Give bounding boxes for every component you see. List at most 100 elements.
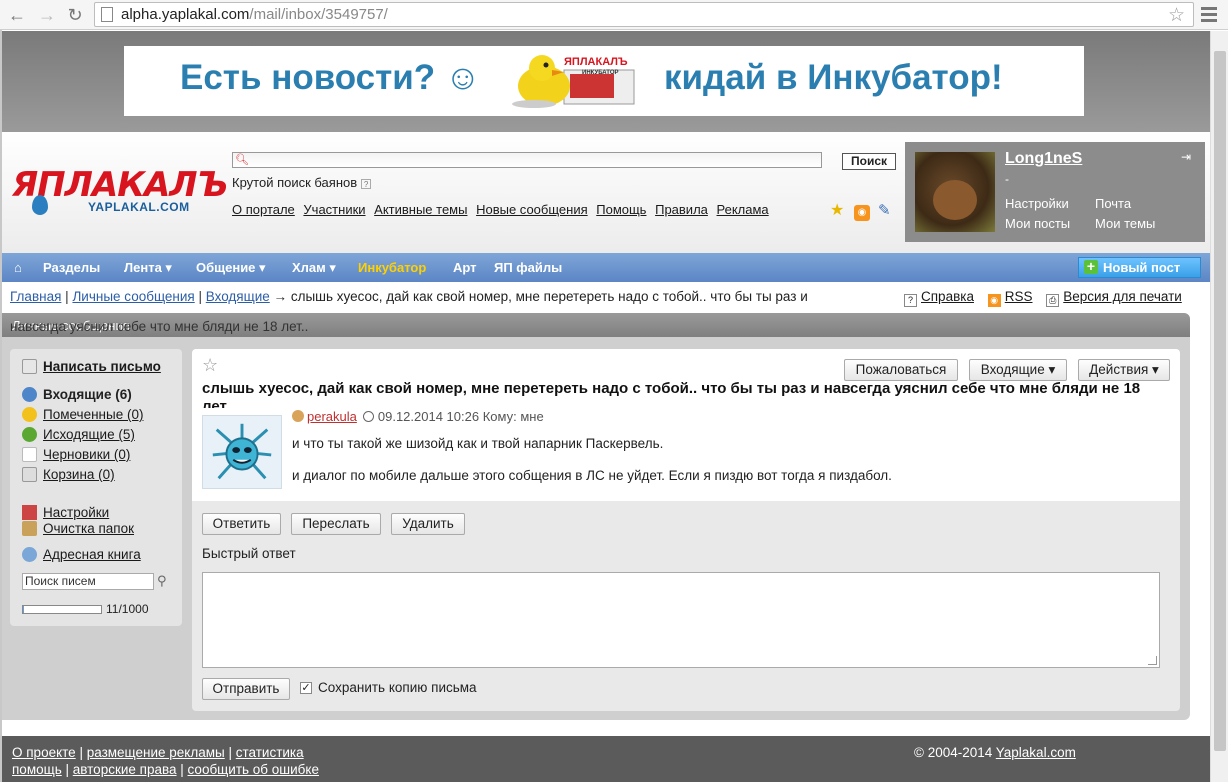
delete-button-label: Удалить bbox=[402, 516, 454, 531]
help-icon: ? bbox=[904, 294, 917, 307]
footer-line2: помощь | авторские права | сообщить об о… bbox=[12, 762, 319, 777]
search-icon: 🔍︎ bbox=[235, 154, 249, 166]
nav-junk[interactable]: Хлам ▾ bbox=[292, 260, 336, 276]
address-bar[interactable]: alpha.yaplakal.com/mail/inbox/3549757/ ☆ bbox=[94, 2, 1194, 27]
back-icon[interactable]: ← bbox=[6, 4, 28, 26]
cleanup-label: Очистка папок bbox=[43, 521, 135, 536]
folder-sent[interactable]: Исходящие (5) bbox=[22, 427, 135, 442]
breadcrumb-pm[interactable]: Личные сообщения bbox=[72, 289, 194, 304]
pencil-icon[interactable]: ✎ bbox=[878, 203, 894, 219]
folder-inbox[interactable]: Входящие (6) bbox=[22, 387, 132, 402]
footer-about[interactable]: О проекте bbox=[12, 745, 76, 760]
folder-sent-label: Исходящие (5) bbox=[43, 427, 135, 442]
user-avatar[interactable] bbox=[915, 152, 995, 232]
nav-sections[interactable]: Разделы bbox=[43, 260, 100, 275]
quick-reply-textarea[interactable] bbox=[202, 572, 1160, 668]
cool-search[interactable]: Крутой поиск баянов? bbox=[232, 175, 372, 190]
nav-about[interactable]: О портале bbox=[232, 202, 295, 217]
search-input[interactable]: 🔍︎ bbox=[232, 152, 822, 168]
delete-button[interactable]: Удалить bbox=[391, 513, 465, 535]
browser-menu-icon[interactable] bbox=[1198, 4, 1220, 26]
search-button[interactable]: Поиск bbox=[842, 153, 896, 170]
help-icon[interactable]: ? bbox=[361, 178, 372, 189]
url-text: alpha.yaplakal.com/mail/inbox/3549757/ bbox=[121, 6, 388, 23]
settings-link[interactable]: Настройки bbox=[22, 505, 109, 520]
broom-icon bbox=[22, 521, 37, 536]
addressbook-link[interactable]: Адресная книга bbox=[22, 547, 141, 562]
rss-icon[interactable]: ◉ bbox=[854, 205, 870, 221]
nav-members[interactable]: Участники bbox=[303, 202, 365, 217]
message-subject: слышь хуесос, дай как свой номер, мне пе… bbox=[202, 380, 1141, 408]
sender-avatar[interactable] bbox=[202, 415, 282, 489]
user-mail-link[interactable]: Почта bbox=[1095, 194, 1185, 214]
cleanup-link[interactable]: Очистка папок bbox=[22, 521, 134, 536]
send-button[interactable]: Отправить bbox=[202, 678, 290, 700]
site-header: ЯПЛАКАЛЪ YAPLAKAL.COM 🔍︎ Поиск Крутой по… bbox=[2, 132, 1210, 253]
footer-ads[interactable]: размещение рекламы bbox=[87, 745, 225, 760]
bookmark-star-icon[interactable]: ☆ bbox=[1168, 4, 1185, 27]
inbox-dropdown-button[interactable]: Входящие ▾ bbox=[969, 359, 1067, 381]
report-button[interactable]: Пожаловаться bbox=[844, 359, 958, 381]
footer-report-error[interactable]: сообщить об ошибке bbox=[188, 762, 319, 777]
nav-active-topics[interactable]: Активные темы bbox=[374, 202, 467, 217]
site-logo[interactable]: ЯПЛАКАЛЪ YAPLAKAL.COM bbox=[12, 165, 228, 220]
forward-icon[interactable]: → bbox=[36, 4, 58, 26]
save-copy-checkbox[interactable]: ✓ bbox=[300, 682, 312, 694]
print-icon: ⎙ bbox=[1046, 294, 1060, 307]
quota-bar bbox=[22, 605, 102, 614]
nav-incubator[interactable]: Инкубатор bbox=[358, 260, 426, 275]
nav-help[interactable]: Помощь bbox=[596, 202, 646, 217]
rss-link[interactable]: RSS bbox=[1005, 289, 1033, 304]
nav-art[interactable]: Арт bbox=[453, 260, 477, 275]
nav-communication[interactable]: Общение ▾ bbox=[196, 260, 266, 276]
mail-search-icon[interactable]: ⚲ bbox=[157, 573, 167, 589]
username-link[interactable]: Long1neS bbox=[1005, 150, 1082, 168]
search-button-label: Поиск bbox=[850, 154, 887, 168]
folder-marked[interactable]: Помеченные (0) bbox=[22, 407, 143, 422]
folder-drafts[interactable]: Черновики (0) bbox=[22, 447, 130, 462]
nav-feed[interactable]: Лента ▾ bbox=[124, 260, 172, 276]
nav-rules[interactable]: Правила bbox=[655, 202, 708, 217]
breadcrumb-current-line2: навсегда уяснил себе что мне бляди не 18… bbox=[10, 319, 309, 334]
message-recipient: Кому: мне bbox=[482, 409, 544, 424]
sent-icon bbox=[22, 427, 37, 442]
folder-trash[interactable]: Корзина (0) bbox=[22, 467, 115, 482]
scrollbar[interactable] bbox=[1210, 31, 1228, 782]
scrollbar-thumb[interactable] bbox=[1214, 51, 1226, 751]
help-link[interactable]: Справка bbox=[921, 289, 974, 304]
mail-sidebar: Написать письмо Входящие (6) Помеченные … bbox=[10, 349, 182, 626]
cool-search-label: Крутой поиск баянов bbox=[232, 175, 358, 190]
nav-files[interactable]: ЯП файлы bbox=[494, 260, 562, 275]
incubator-banner[interactable]: Есть новости? ☺ ЯПЛАКАЛЪ ИНКУБАТОР кидай… bbox=[124, 46, 1084, 116]
compose-link[interactable]: Написать письмо bbox=[22, 359, 161, 374]
breadcrumb-home[interactable]: Главная bbox=[10, 289, 61, 304]
user-posts-link[interactable]: Мои посты bbox=[1005, 214, 1095, 234]
tools-icon bbox=[22, 505, 37, 520]
footer-site-link[interactable]: Yaplakal.com bbox=[996, 745, 1076, 760]
author-link[interactable]: perakula bbox=[307, 409, 357, 424]
banner-logo-text: ЯПЛАКАЛЪ bbox=[564, 56, 628, 68]
footer-stats[interactable]: статистика bbox=[236, 745, 304, 760]
actions-dropdown-button[interactable]: Действия ▾ bbox=[1078, 359, 1170, 381]
page-icon bbox=[101, 7, 113, 22]
banner-text-right: кидай в Инкубатор! bbox=[664, 58, 1003, 97]
reload-icon[interactable]: ↻ bbox=[64, 4, 86, 26]
forward-button[interactable]: Переслать bbox=[291, 513, 381, 535]
footer-help[interactable]: помощь bbox=[12, 762, 62, 777]
user-topics-link[interactable]: Мои темы bbox=[1095, 214, 1185, 234]
user-settings-link[interactable]: Настройки bbox=[1005, 194, 1095, 214]
new-post-button[interactable]: + Новый пост bbox=[1078, 257, 1201, 278]
nav-ads[interactable]: Реклама bbox=[717, 202, 769, 217]
mail-search-input[interactable]: Поиск писем bbox=[22, 573, 154, 590]
footer-copyright-rights[interactable]: авторские права bbox=[73, 762, 177, 777]
home-icon[interactable]: ⌂ bbox=[14, 260, 22, 275]
favorite-star-icon[interactable]: ☆ bbox=[202, 355, 218, 376]
reply-button-label: Ответить bbox=[212, 516, 271, 531]
favorites-star-icon[interactable]: ★ bbox=[830, 203, 846, 219]
breadcrumb-inbox[interactable]: Входящие bbox=[206, 289, 270, 304]
reply-button[interactable]: Ответить bbox=[202, 513, 281, 535]
print-link[interactable]: Версия для печати bbox=[1063, 289, 1182, 304]
nav-new-messages[interactable]: Новые сообщения bbox=[476, 202, 588, 217]
logout-icon[interactable]: ⇥ bbox=[1181, 150, 1191, 164]
inbox-icon bbox=[22, 387, 37, 402]
